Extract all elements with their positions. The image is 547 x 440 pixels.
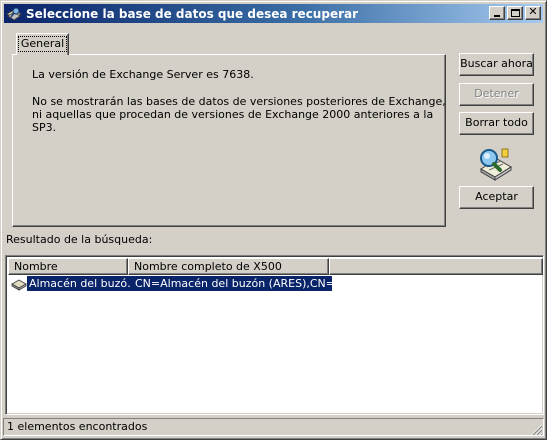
maximize-button[interactable] <box>507 6 523 20</box>
row-name-cell: Almacén del buzó… <box>27 276 131 291</box>
resize-grip-icon[interactable] <box>531 424 543 436</box>
title-bar[interactable]: Seleccione la base de datos que desea re… <box>4 4 543 23</box>
mailbox-store-icon <box>11 276 27 291</box>
column-header-x500[interactable]: Nombre completo de X500 <box>128 258 329 275</box>
stop-button[interactable]: Detener <box>459 83 534 106</box>
window-title: Seleccione la base de datos que desea re… <box>26 6 359 21</box>
results-list[interactable]: Nombre Nombre completo de X500 Almacén d… <box>5 255 544 415</box>
close-button[interactable]: ✕ <box>525 6 541 20</box>
accept-button[interactable]: Aceptar <box>459 186 534 209</box>
tab-general[interactable]: General <box>16 33 69 55</box>
note-line-3: SP3. <box>32 121 57 134</box>
status-bar: 1 elementos encontrados <box>3 418 544 437</box>
search-now-button[interactable]: Buscar ahora <box>459 53 534 76</box>
note-line-2: ni aquellas que procedan de versiones de… <box>32 108 434 121</box>
status-text: 1 elementos encontrados <box>3 418 544 436</box>
magnifier-search-icon <box>475 147 513 181</box>
close-icon: ✕ <box>528 5 538 18</box>
search-database-icon <box>6 6 22 22</box>
column-header-filler <box>329 258 543 275</box>
note-line-1: No se mostrarán las bases de datos de ve… <box>32 95 446 108</box>
minimize-button[interactable] <box>489 6 505 20</box>
table-row[interactable]: Almacén del buzó… CN=Almacén del buzón (… <box>8 276 332 291</box>
dialog-window: Seleccione la base de datos que desea re… <box>0 0 547 440</box>
maximize-icon <box>511 9 520 17</box>
exchange-version-text: La versión de Exchange Server es 7638. <box>32 68 254 81</box>
row-x500-cell: CN=Almacén del buzón (ARES),CN=… <box>131 276 332 291</box>
column-header-name[interactable]: Nombre <box>8 258 128 275</box>
general-panel: La versión de Exchange Server es 7638. N… <box>12 54 446 227</box>
list-header: Nombre Nombre completo de X500 <box>8 258 543 275</box>
minimize-icon <box>494 15 500 17</box>
results-label: Resultado de la búsqueda: <box>6 233 153 246</box>
tab-general-label: General <box>17 36 68 52</box>
title-controls: ✕ <box>489 6 541 20</box>
clear-all-button[interactable]: Borrar todo <box>459 112 534 135</box>
